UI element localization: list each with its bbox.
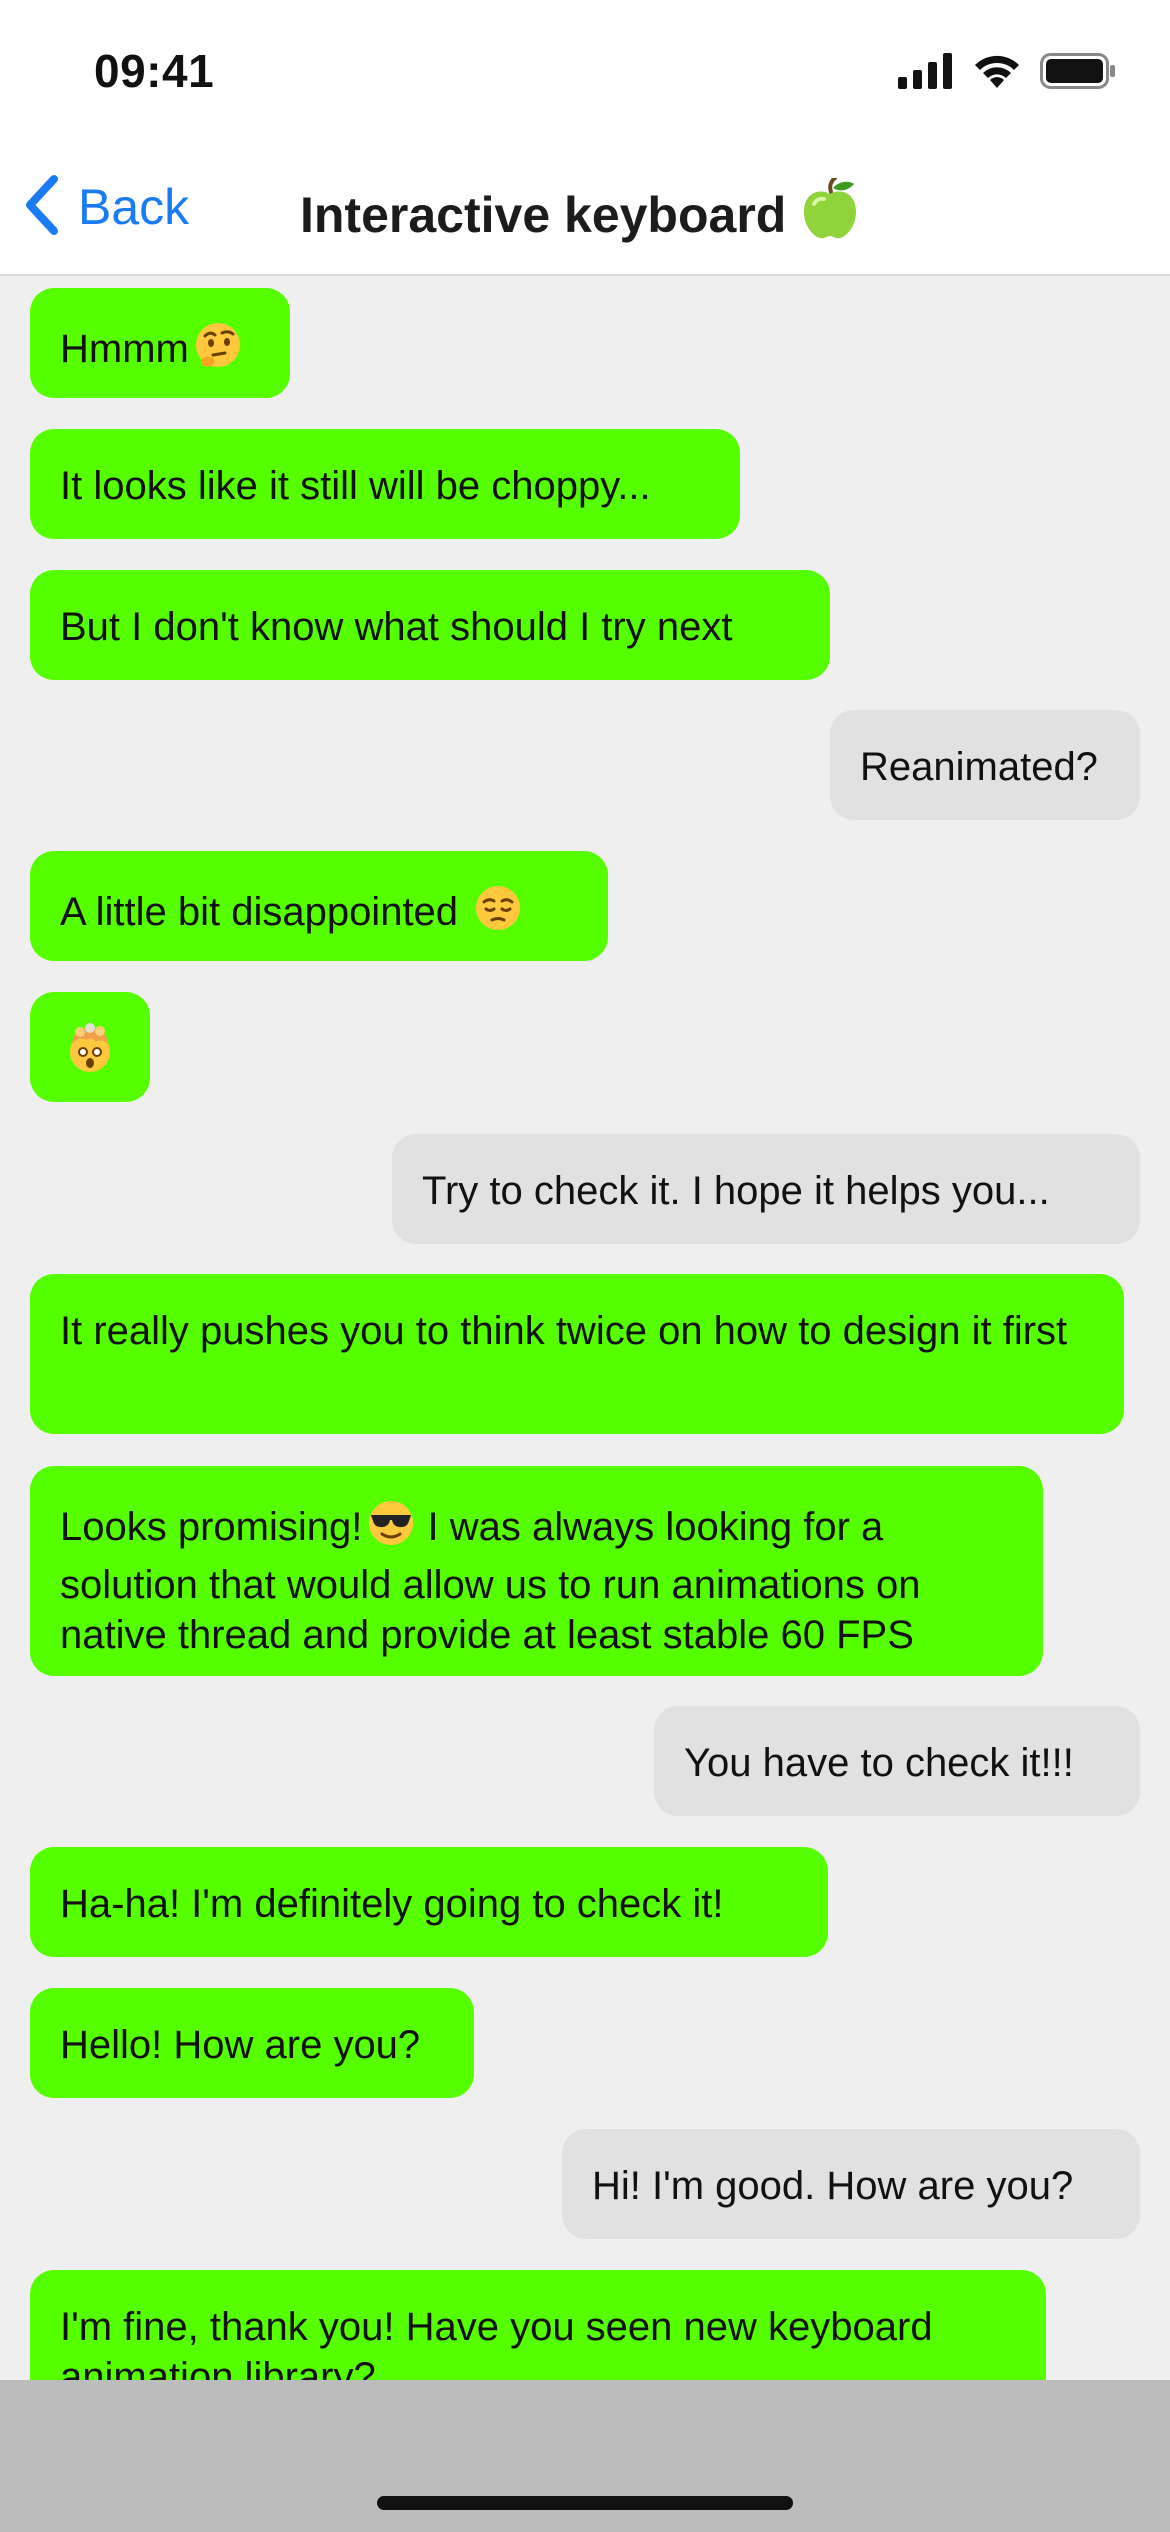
status-icons (898, 52, 1116, 95)
message-bubble-incoming[interactable]: Hello! How are you? (30, 1988, 474, 2098)
wifi-icon (972, 52, 1022, 95)
page-title-text: Interactive keyboard (300, 187, 787, 243)
message-text: It really pushes you to think twice on h… (60, 1309, 1068, 1353)
back-label: Back (78, 179, 190, 235)
navigation-bar: Back Interactive keyboard (0, 150, 1170, 276)
message-text: But I don't know what should I try next (60, 605, 733, 649)
message-text: Reanimated? (860, 745, 1098, 789)
message-text: You have to check it!!! (684, 1741, 1074, 1785)
message-list[interactable]: Hmmm It looks like it still will be chop… (0, 276, 1170, 2380)
home-indicator[interactable] (377, 2496, 793, 2510)
status-time: 09:41 (94, 45, 215, 97)
signal-icon (898, 53, 954, 94)
message-text: It looks like it still will be choppy... (60, 464, 651, 508)
sunglasses-face-icon (366, 1498, 416, 1560)
message-bubble-incoming[interactable] (30, 992, 150, 1102)
message-bubble-incoming[interactable]: It looks like it still will be choppy... (30, 429, 740, 539)
back-button[interactable]: Back (22, 172, 189, 242)
message-text: Ha-ha! I'm definitely going to check it! (60, 1882, 724, 1926)
thinking-face-icon (193, 320, 243, 382)
chevron-left-icon (22, 173, 62, 242)
message-bubble-outgoing[interactable]: Try to check it. I hope it helps you... (392, 1134, 1140, 1244)
message-text: A little bit disappointed (60, 890, 459, 934)
green-apple-icon (800, 176, 860, 252)
message-bubble-outgoing[interactable]: You have to check it!!! (654, 1706, 1140, 1816)
message-text: I'm fine, thank you! Have you seen new k… (60, 2305, 933, 2380)
message-text: Hello! How are you? (60, 2023, 421, 2067)
message-bubble-incoming[interactable]: Looks promising! I was always looking fo… (30, 1466, 1043, 1676)
keyboard-area (0, 2380, 1170, 2532)
message-bubble-outgoing[interactable]: Hi! I'm good. How are you? (562, 2129, 1140, 2239)
chat-screen: 09:41 Back Interactive keyboard Hmmm It … (0, 0, 1170, 2532)
message-bubble-incoming[interactable]: But I don't know what should I try next (30, 570, 830, 680)
pensive-face-icon (473, 883, 523, 945)
message-bubble-incoming[interactable]: Ha-ha! I'm definitely going to check it! (30, 1847, 828, 1957)
message-text: Try to check it. I hope it helps you... (422, 1169, 1050, 1213)
message-bubble-incoming[interactable]: I'm fine, thank you! Have you seen new k… (30, 2270, 1046, 2380)
page-title: Interactive keyboard (300, 176, 860, 252)
message-bubble-incoming[interactable]: A little bit disappointed (30, 851, 608, 961)
message-bubble-outgoing[interactable]: Reanimated? (830, 710, 1140, 820)
message-text: Hmmm (60, 327, 189, 371)
message-bubble-incoming[interactable]: It really pushes you to think twice on h… (30, 1274, 1124, 1434)
status-bar: 09:41 (0, 0, 1170, 150)
battery-icon (1040, 53, 1116, 94)
message-bubble-incoming[interactable]: Hmmm (30, 288, 290, 398)
message-text: Looks promising! (60, 1505, 363, 1549)
message-text: Hi! I'm good. How are you? (592, 2164, 1074, 2208)
exploding-head-icon (64, 1023, 116, 1083)
